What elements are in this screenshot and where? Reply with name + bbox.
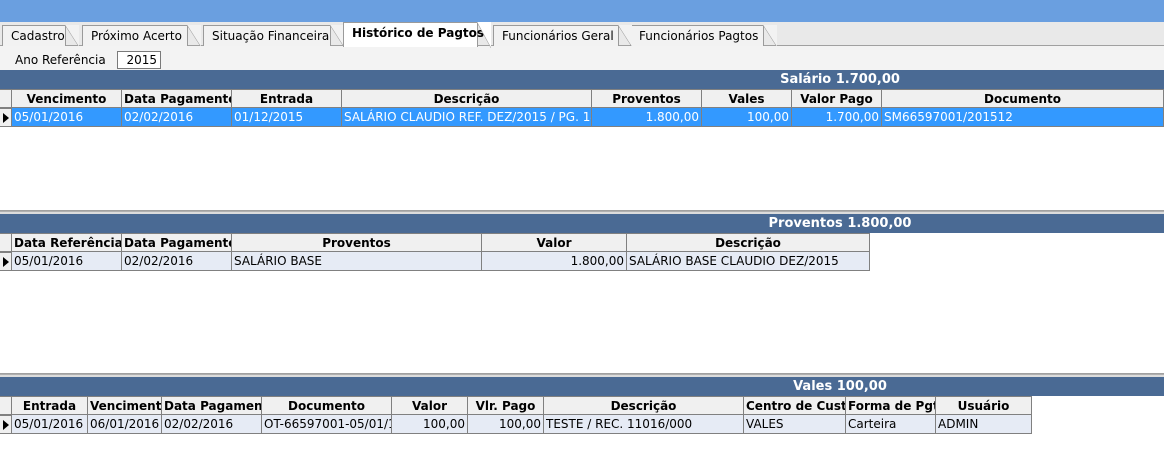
cell-vencimento[interactable]: 06/01/2016: [88, 415, 162, 434]
col-centro-de-custos[interactable]: Centro de Custos: [744, 396, 846, 415]
vales-section-header: Vales 100,00: [0, 377, 1164, 396]
salario-header-row: Vencimento Data Pagamento Entrada Descri…: [0, 89, 1164, 108]
table-row[interactable]: 05/01/2016 06/01/2016 02/02/2016 OT-6659…: [0, 415, 1032, 434]
tab-label: Situação Financeira: [212, 29, 330, 43]
proventos-title: Proventos 1.800,00: [768, 216, 912, 231]
col-valor[interactable]: Valor: [482, 233, 627, 252]
col-forma-de-pgto[interactable]: Forma de Pgto.: [846, 396, 936, 415]
cell-vencimento[interactable]: 05/01/2016: [12, 108, 122, 127]
proventos-grid: Data Referência Data Pagamento Proventos…: [0, 233, 1164, 374]
col-documento[interactable]: Documento: [882, 89, 1164, 108]
cell-proventos[interactable]: 1.800,00: [592, 108, 702, 127]
cell-data-pagamento[interactable]: 02/02/2016: [162, 415, 262, 434]
tab-label: Próximo Acerto: [91, 29, 182, 43]
cell-descricao[interactable]: SALÁRIO BASE CLAUDIO DEZ/2015: [627, 252, 870, 271]
cell-valor[interactable]: 100,00: [392, 415, 468, 434]
col-entrada[interactable]: Entrada: [12, 396, 88, 415]
tab-situacao-financeira[interactable]: Situação Financeira: [203, 25, 344, 47]
col-valor-pago[interactable]: Valor Pago: [792, 89, 882, 108]
cell-centro-de-custos[interactable]: VALES: [744, 415, 846, 434]
tab-historico-de-pagtos[interactable]: Histórico de Pagtos: [343, 22, 491, 48]
row-indicator-header: [0, 89, 12, 108]
ano-referencia-label: Ano Referência: [15, 53, 106, 67]
salario-title: Salário 1.700,00: [780, 72, 900, 87]
row-indicator: [0, 252, 12, 271]
tab-funcionarios-pagtos[interactable]: Funcionários Pagtos: [630, 25, 777, 47]
tab-funcionarios-geral[interactable]: Funcionários Geral: [493, 25, 632, 47]
salario-grid: Vencimento Data Pagamento Entrada Descri…: [0, 89, 1164, 211]
cell-documento[interactable]: SM66597001/201512: [882, 108, 1164, 127]
col-proventos[interactable]: Proventos: [232, 233, 482, 252]
row-indicator-header: [0, 233, 12, 252]
cell-valor[interactable]: 1.800,00: [482, 252, 627, 271]
current-row-arrow-icon: [3, 257, 9, 267]
tab-label: Cadastro: [11, 29, 65, 43]
cell-descricao[interactable]: TESTE / REC. 11016/000: [544, 415, 744, 434]
row-indicator: [0, 415, 12, 434]
col-data-pagamento[interactable]: Data Pagamento: [122, 89, 232, 108]
col-vales[interactable]: Vales: [702, 89, 792, 108]
current-row-arrow-icon: [3, 420, 9, 430]
col-documento[interactable]: Documento: [262, 396, 392, 415]
cell-descricao[interactable]: SALÁRIO CLAUDIO REF. DEZ/2015 / PG. 142: [342, 108, 592, 127]
cell-proventos[interactable]: SALÁRIO BASE: [232, 252, 482, 271]
proventos-section-header: Proventos 1.800,00: [0, 214, 1164, 233]
col-data-referencia[interactable]: Data Referência: [12, 233, 122, 252]
cell-entrada[interactable]: 05/01/2016: [12, 415, 88, 434]
vales-title: Vales 100,00: [793, 379, 887, 394]
salario-section-header: Salário 1.700,00: [0, 70, 1164, 89]
current-row-arrow-icon: [3, 113, 9, 123]
tab-proximo-acerto[interactable]: Próximo Acerto: [82, 25, 201, 47]
col-descricao[interactable]: Descrição: [342, 89, 592, 108]
table-row[interactable]: 05/01/2016 02/02/2016 01/12/2015 SALÁRIO…: [0, 108, 1164, 127]
ano-referencia-input[interactable]: 2015: [117, 51, 161, 69]
tab-label: Funcionários Pagtos: [639, 29, 759, 43]
tab-label: Funcionários Geral: [502, 29, 614, 43]
cell-vales[interactable]: 100,00: [702, 108, 792, 127]
col-entrada[interactable]: Entrada: [232, 89, 342, 108]
col-usuario[interactable]: Usuário: [936, 396, 1032, 415]
col-proventos[interactable]: Proventos: [592, 89, 702, 108]
cell-forma-de-pgto[interactable]: Carteira: [846, 415, 936, 434]
table-row[interactable]: 05/01/2016 02/02/2016 SALÁRIO BASE 1.800…: [0, 252, 870, 271]
tab-label: Histórico de Pagtos: [352, 26, 485, 40]
cell-documento[interactable]: OT-66597001-05/01/16: [262, 415, 392, 434]
col-vlr-pago[interactable]: Vlr. Pago: [468, 396, 544, 415]
tab-cadastro[interactable]: Cadastro: [2, 25, 79, 47]
row-indicator: [0, 108, 12, 127]
vales-header-row: Entrada Vencimento Data Pagamento Docume…: [0, 396, 1032, 415]
filter-bar: Ano Referência: [0, 46, 1164, 70]
proventos-header-row: Data Referência Data Pagamento Proventos…: [0, 233, 870, 252]
cell-vlr-pago[interactable]: 100,00: [468, 415, 544, 434]
col-descricao[interactable]: Descrição: [544, 396, 744, 415]
col-vencimento[interactable]: Vencimento: [12, 89, 122, 108]
col-vencimento[interactable]: Vencimento: [88, 396, 162, 415]
cell-data-pagamento[interactable]: 02/02/2016: [122, 252, 232, 271]
col-data-pagamento[interactable]: Data Pagamento: [162, 396, 262, 415]
tab-strip: Cadastro Próximo Acerto Situação Finance…: [0, 22, 1164, 48]
col-data-pagamento[interactable]: Data Pagamento: [122, 233, 232, 252]
window-title-bar: [0, 0, 1164, 22]
vales-grid: Entrada Vencimento Data Pagamento Docume…: [0, 396, 1164, 450]
cell-usuario[interactable]: ADMIN: [936, 415, 1032, 434]
cell-data-pagamento[interactable]: 02/02/2016: [122, 108, 232, 127]
row-indicator-header: [0, 396, 12, 415]
cell-data-referencia[interactable]: 05/01/2016: [12, 252, 122, 271]
cell-entrada[interactable]: 01/12/2015: [232, 108, 342, 127]
cell-valor-pago[interactable]: 1.700,00: [792, 108, 882, 127]
col-valor[interactable]: Valor: [392, 396, 468, 415]
col-descricao[interactable]: Descrição: [627, 233, 870, 252]
